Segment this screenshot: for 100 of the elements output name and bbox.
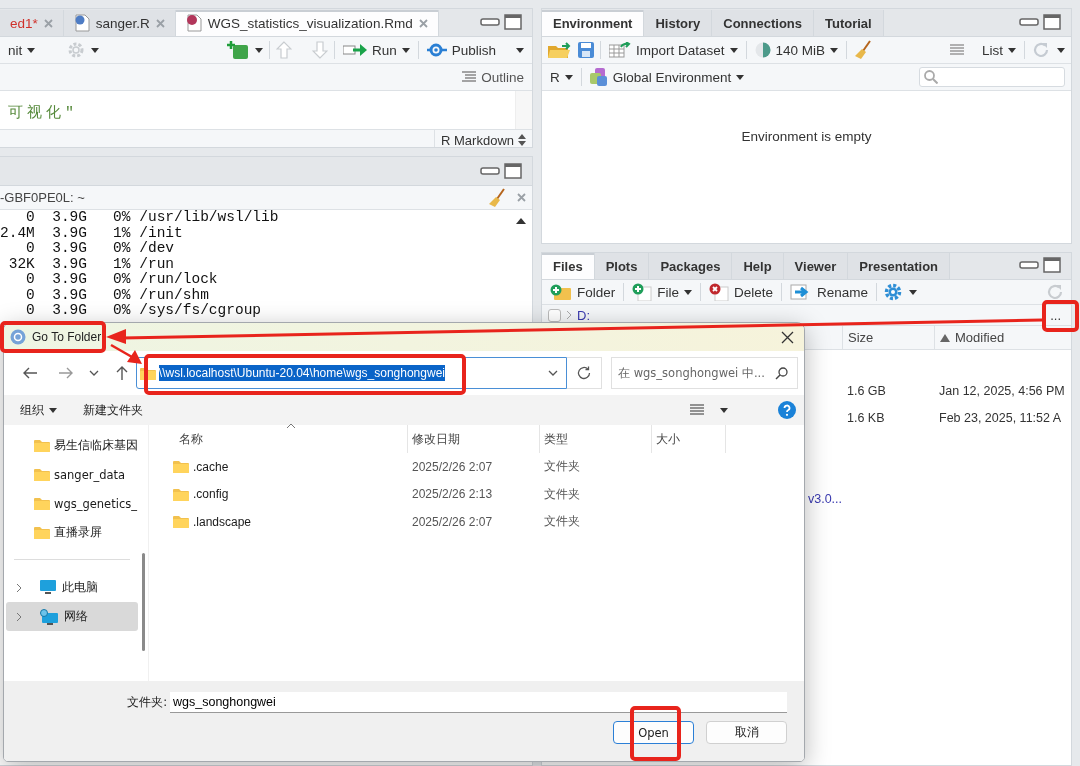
file-action-button[interactable]: File [630, 281, 695, 303]
search-field[interactable]: 在 wgs_songhongwei 中... [611, 357, 798, 389]
column-header[interactable]: 修改日期 [408, 425, 540, 453]
minimize-icon[interactable] [480, 166, 500, 176]
organize-button[interactable]: 组织 [16, 402, 61, 418]
import-dataset-button[interactable]: Import Dataset [607, 39, 740, 61]
tab[interactable]: sanger.R [63, 10, 176, 36]
file-modified: 2025/2/26 2:07 [411, 459, 494, 474]
search-field[interactable] [919, 67, 1065, 87]
console-title: -GBF0PE0L: ~ [0, 190, 86, 205]
maximize-icon[interactable] [1043, 14, 1061, 30]
caret-icon [720, 407, 728, 413]
file-action-button[interactable]: Delete [707, 281, 776, 303]
tab[interactable]: Viewer [783, 253, 849, 279]
empty-message: Environment is empty [741, 129, 872, 146]
memory-usage-button[interactable]: 140 MiB [752, 39, 841, 61]
file-modified: 2025/2/26 2:13 [411, 487, 494, 502]
column-header[interactable]: 名称 [153, 425, 408, 453]
caret-icon [1057, 47, 1065, 53]
close-button[interactable] [781, 330, 794, 344]
rmarkdown-file-icon [185, 14, 202, 32]
minimize-icon[interactable] [1019, 17, 1039, 27]
gear-icon[interactable] [883, 282, 904, 302]
minimize-icon[interactable] [480, 17, 500, 27]
new-folder-button[interactable]: 新建文件夹 [79, 402, 147, 418]
file-link[interactable]: v3.0... [807, 491, 842, 506]
scrollbar[interactable] [141, 553, 145, 651]
sort-ascending-icon [940, 333, 950, 342]
tab[interactable]: Tutorial [814, 10, 884, 36]
r-file-icon [73, 14, 90, 32]
nav-item[interactable]: 此电脑 [6, 573, 138, 602]
caret-icon [736, 74, 745, 80]
chevron-down-icon [548, 370, 559, 376]
tab[interactable]: Help [732, 253, 784, 279]
dialog-button[interactable]: 取消 [706, 721, 787, 744]
broom-icon[interactable] [487, 187, 507, 208]
console-line: 2.4M 3.9G 1% /init [0, 225, 184, 241]
maximize-icon[interactable] [1043, 257, 1061, 273]
app-logo-icon [10, 329, 26, 345]
view-mode-button[interactable]: List [948, 39, 1018, 61]
file-modified: Jan 12, 2025, 4:56 PM [938, 383, 1066, 398]
scroll-up-icon[interactable] [516, 218, 526, 224]
file-action-button[interactable]: Rename [788, 281, 871, 303]
close-icon[interactable] [418, 18, 428, 28]
tab[interactable]: Files [542, 253, 595, 279]
code-line: 可视化" [7, 103, 79, 124]
maximize-icon[interactable] [504, 14, 522, 30]
language-selector[interactable]: R [548, 66, 575, 88]
tab[interactable]: History [644, 10, 713, 36]
column-header[interactable]: 类型 [540, 425, 652, 453]
folder-field[interactable]: wgs_songhongwei [170, 692, 787, 713]
nav-item[interactable]: 易生信临床基因 [4, 431, 138, 460]
console-line: 0 3.9G 0% /run/shm [25, 287, 210, 303]
tab[interactable]: ed1* [0, 10, 64, 36]
tab[interactable]: Presentation [848, 253, 951, 279]
column-header[interactable]: Size [842, 326, 934, 349]
delete-icon [709, 283, 730, 301]
tab[interactable]: Environment [542, 10, 645, 36]
close-icon[interactable] [155, 18, 165, 28]
highlight-frame [630, 706, 681, 761]
tab[interactable]: Connections [712, 10, 814, 36]
file-name[interactable]: .landscape [193, 514, 252, 529]
file-name[interactable]: .cache [193, 459, 229, 474]
insert-chunk-icon[interactable] [226, 40, 249, 60]
tab[interactable]: Plots [594, 253, 650, 279]
close-icon[interactable] [43, 18, 53, 28]
outline-button[interactable]: Outline [460, 66, 526, 88]
nav-item[interactable]: sanger_data [4, 460, 138, 489]
nav-item[interactable]: 网络 [6, 602, 138, 631]
back-arrow-icon [22, 367, 37, 379]
caret-icon [27, 47, 36, 53]
scrollbar[interactable] [515, 91, 532, 129]
refresh-button[interactable] [567, 357, 602, 389]
column-header[interactable]: 大小 [652, 425, 726, 453]
clear-icon[interactable] [517, 193, 526, 202]
table-icon [609, 42, 631, 58]
nav-item[interactable]: 直播录屏 [4, 518, 138, 547]
open-folder-icon[interactable] [548, 42, 572, 58]
file-action-button[interactable]: Folder [548, 281, 618, 303]
file-type-selector[interactable]: R Markdown [434, 130, 532, 147]
checkbox[interactable] [548, 308, 561, 322]
help-icon[interactable] [778, 401, 796, 419]
knit-button[interactable]: nit [6, 39, 38, 61]
column-header[interactable]: Modified [934, 326, 1071, 349]
tab[interactable]: Packages [649, 253, 733, 279]
broom-icon[interactable] [853, 40, 874, 60]
tab[interactable]: WGS_statistics_visualization.Rmd [175, 10, 439, 36]
run-button[interactable]: Run [340, 39, 412, 61]
publish-button[interactable]: Publish [424, 39, 526, 61]
minimize-icon[interactable] [1019, 260, 1039, 270]
save-icon[interactable] [578, 42, 594, 58]
maximize-icon[interactable] [504, 163, 522, 179]
environment-selector[interactable]: Global Environment [587, 66, 747, 88]
address-field[interactable]: \\wsl.localhost\Ubuntu-20.04\home\wgs_songhongwei [135, 357, 568, 389]
more-button[interactable]: ... [1046, 307, 1065, 323]
dialog-button[interactable]: Open [613, 721, 694, 744]
file-name[interactable]: .config [193, 487, 229, 502]
nav-item[interactable]: wgs_genetics_ [4, 489, 138, 518]
path-link[interactable]: D: [577, 307, 590, 323]
refresh-icon[interactable] [1045, 282, 1065, 302]
